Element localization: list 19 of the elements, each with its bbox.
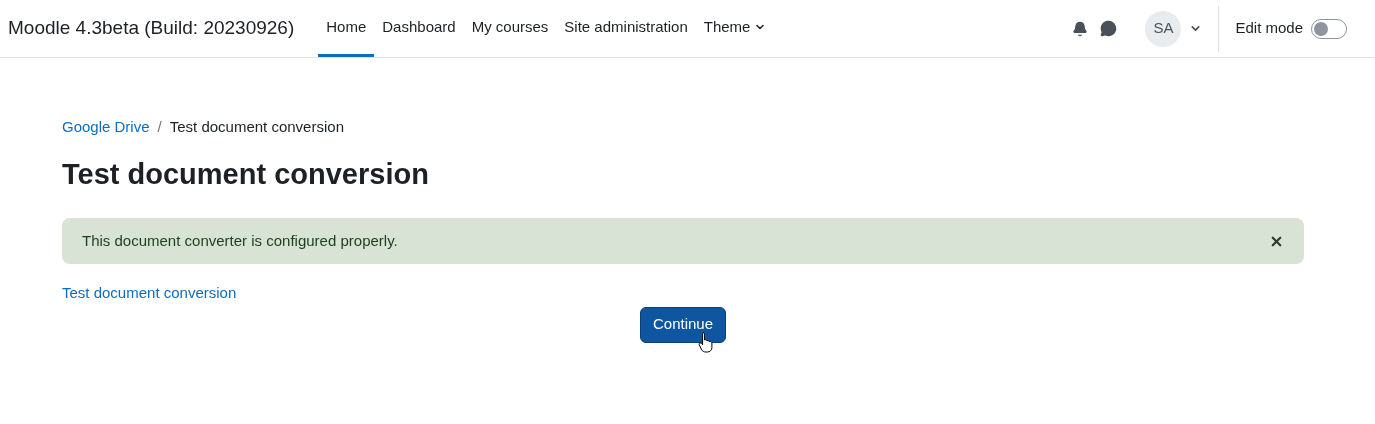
nav-link[interactable]: My courses <box>463 0 557 57</box>
breadcrumb-link[interactable]: Google Drive <box>62 116 150 139</box>
test-link[interactable]: Test document conversion <box>62 282 1313 305</box>
continue-button[interactable]: Continue <box>639 306 726 343</box>
nav-dropdown[interactable]: Theme <box>695 0 775 57</box>
nav-link[interactable]: Site administration <box>556 0 696 57</box>
site-name[interactable]: Moodle 4.3beta (Build: 20230926) <box>8 14 295 43</box>
user-avatar[interactable]: SA <box>1145 10 1182 47</box>
breadcrumb-separator: / <box>157 117 162 137</box>
chat-bubble-icon[interactable] <box>1100 20 1118 37</box>
breadcrumb-current: Test document conversion <box>169 117 344 137</box>
hand-cursor-icon <box>698 330 714 353</box>
nav-link[interactable]: Home <box>318 0 375 57</box>
edit-mode-toggle[interactable] <box>1311 18 1347 39</box>
nav-link[interactable]: Dashboard <box>374 0 464 57</box>
page-heading: Test document conversion <box>62 156 430 192</box>
edit-mode-label: Edit mode <box>1235 18 1303 39</box>
bell-icon[interactable] <box>1072 20 1089 37</box>
alert-message: This document converter is configured properly. <box>82 230 398 251</box>
